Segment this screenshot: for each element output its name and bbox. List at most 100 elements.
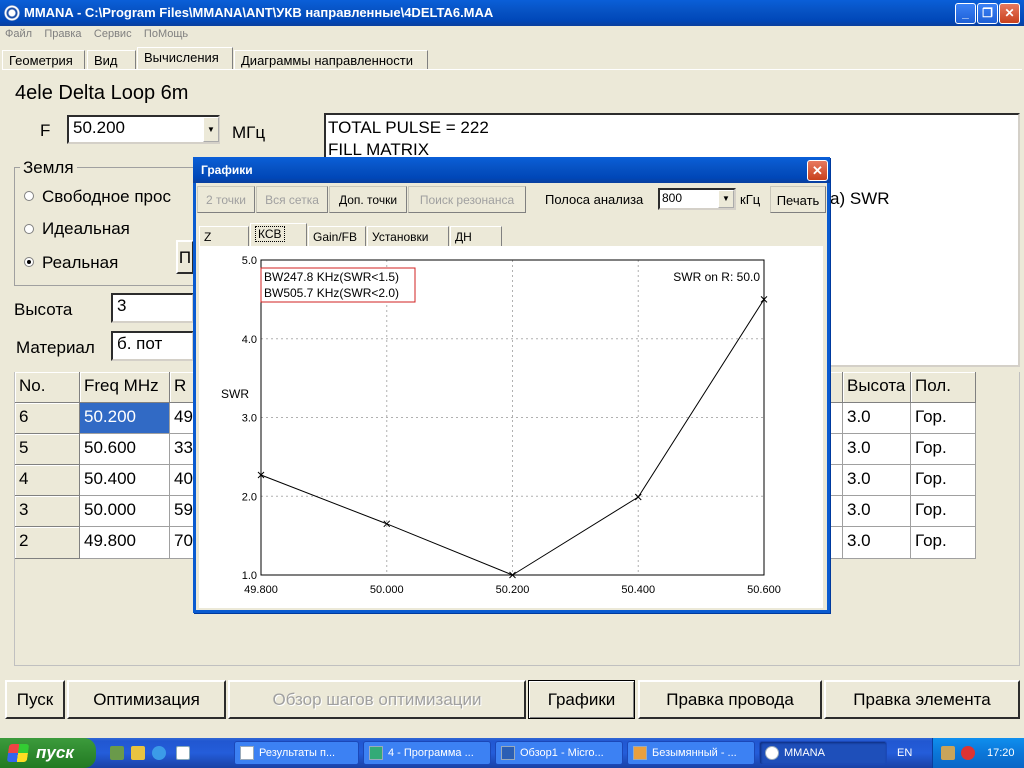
ground-option-perfect[interactable]: Идеальная — [42, 219, 130, 239]
dialog-close-icon[interactable]: ✕ — [807, 160, 828, 181]
mmana-app-icon — [4, 5, 20, 21]
task-label: MMANA — [784, 747, 825, 759]
cell-height[interactable]: 3.0 — [843, 527, 911, 559]
cell-height[interactable]: 3.0 — [843, 465, 911, 496]
cell-freq[interactable]: 50.000 — [80, 496, 170, 527]
col-header-height[interactable]: Высота — [843, 372, 911, 403]
tab-view[interactable]: Вид — [87, 50, 136, 70]
optimize-button[interactable]: Оптимизация — [67, 680, 226, 719]
dialog-titlebar[interactable]: Графики ✕ — [193, 157, 830, 183]
language-indicator[interactable]: EN — [897, 747, 912, 759]
task-mmana-icon — [765, 746, 779, 760]
task-word[interactable]: Обзор1 - Micro... — [495, 741, 623, 765]
ground-option-real[interactable]: Реальная — [42, 253, 118, 273]
menu-edit[interactable]: Правка — [39, 26, 85, 40]
tray-network-icon[interactable] — [941, 746, 955, 760]
cell-freq[interactable]: 50.600 — [80, 434, 170, 465]
cell-freq[interactable]: 50.400 — [80, 465, 170, 496]
clock[interactable]: 17:20 — [987, 747, 1015, 759]
cell-r[interactable]: 70 — [170, 527, 194, 559]
tab-geometry[interactable]: Геометрия — [2, 50, 85, 70]
full-grid-button[interactable]: Вся сетка — [256, 186, 328, 213]
cell-hidden[interactable] — [830, 434, 843, 465]
quicklaunch-explorer-icon[interactable] — [110, 746, 124, 760]
tab-z[interactable]: Z — [199, 226, 249, 246]
row-number[interactable]: 5 — [15, 434, 80, 465]
cell-r[interactable]: 33 — [170, 434, 194, 465]
menu-service[interactable]: Сервис — [89, 26, 136, 40]
tab-gain-fb[interactable]: Gain/FB — [308, 226, 366, 246]
ground-params-button[interactable]: П — [176, 240, 194, 274]
col-header-r[interactable]: R — [170, 372, 194, 403]
ground-radio-perfect[interactable] — [24, 224, 34, 234]
start-calc-button[interactable]: Пуск — [5, 680, 65, 719]
cell-freq[interactable]: 49.800 — [80, 527, 170, 559]
cell-freq[interactable]: 50.200 — [80, 403, 170, 434]
tab-swr[interactable]: КСВ — [250, 223, 307, 246]
col-header-no[interactable]: No. — [15, 372, 80, 403]
cell-pol[interactable]: Гор. — [911, 465, 976, 496]
review-steps-button[interactable]: Обзор шагов оптимизации — [228, 680, 526, 719]
menu-help[interactable]: ПоМощь — [139, 26, 192, 40]
output-partial-text: а) SWR — [830, 189, 890, 208]
edit-element-button[interactable]: Правка элемента — [824, 680, 1020, 719]
cell-hidden[interactable] — [830, 527, 843, 559]
height-input[interactable]: 3 — [111, 293, 194, 323]
antenna-name: 4ele Delta Loop 6m — [15, 82, 189, 104]
two-points-button[interactable]: 2 точки — [197, 186, 255, 213]
cell-height[interactable]: 3.0 — [843, 434, 911, 465]
cell-height[interactable]: 3.0 — [843, 403, 911, 434]
tab-pattern[interactable]: ДН — [450, 226, 502, 246]
extra-points-button[interactable]: Доп. точки — [329, 186, 407, 213]
freq-label: F — [40, 121, 51, 140]
tab-patterns[interactable]: Диаграммы направленности — [234, 50, 428, 70]
cell-pol[interactable]: Гор. — [911, 496, 976, 527]
cell-r[interactable]: 40 — [170, 465, 194, 496]
maximize-button[interactable]: ❐ — [977, 3, 998, 24]
row-number[interactable]: 3 — [15, 496, 80, 527]
graphs-button[interactable]: Графики — [528, 680, 635, 719]
x-tick-label: 50.400 — [621, 584, 655, 596]
cell-pol[interactable]: Гор. — [911, 527, 976, 559]
ground-radio-real[interactable] — [24, 257, 34, 267]
cell-hidden[interactable] — [830, 465, 843, 496]
swr-plot-area[interactable]: 1.0 2.0 3.0 4.0 5.0 49.800 50.000 50.200 50.400… — [199, 246, 823, 608]
cell-r[interactable]: 59 — [170, 496, 194, 527]
cell-hidden[interactable] — [830, 496, 843, 527]
col-header-freq[interactable]: Freq MHz — [80, 372, 170, 403]
cell-r[interactable]: 49 — [170, 403, 194, 434]
start-button[interactable]: пуск — [0, 738, 96, 768]
col-header-pol[interactable]: Пол. — [911, 372, 976, 403]
task-paint[interactable]: Безымянный - ... — [627, 741, 755, 765]
cell-pol[interactable]: Гор. — [911, 403, 976, 434]
task-mmana[interactable]: MMANA — [759, 741, 887, 765]
edit-wire-button[interactable]: Правка провода — [638, 680, 822, 719]
menu-file[interactable]: Файл — [0, 26, 36, 40]
cell-hidden[interactable] — [830, 403, 843, 434]
quicklaunch-ie-icon[interactable] — [152, 746, 166, 760]
row-number[interactable]: 4 — [15, 465, 80, 496]
row-number[interactable]: 2 — [15, 527, 80, 559]
minimize-button[interactable]: _ — [955, 3, 976, 24]
tab-settings[interactable]: Установки — [367, 226, 449, 246]
cell-pol[interactable]: Гор. — [911, 434, 976, 465]
tray-security-icon[interactable] — [961, 746, 975, 760]
task-results[interactable]: Результаты п... — [234, 741, 359, 765]
material-input[interactable]: б. пот — [111, 331, 194, 361]
task-program[interactable]: 4 - Программа ... — [363, 741, 491, 765]
band-dropdown-icon[interactable]: ▼ — [718, 190, 734, 208]
ground-option-free[interactable]: Свободное прос — [42, 187, 171, 207]
cell-height[interactable]: 3.0 — [843, 496, 911, 527]
tab-calculations[interactable]: Вычисления — [137, 47, 233, 70]
y-tick-label: 1.0 — [242, 570, 257, 582]
quicklaunch-firefox-icon[interactable] — [176, 746, 190, 760]
freq-input[interactable]: 50.200 — [67, 115, 220, 144]
close-button[interactable]: ✕ — [999, 3, 1020, 24]
quicklaunch-app-icon[interactable] — [131, 746, 145, 760]
ground-radio-free[interactable] — [24, 191, 34, 201]
main-titlebar[interactable]: MMANA - C:\Program Files\MMANA\ANT\УКВ н… — [0, 0, 1024, 26]
find-resonance-button[interactable]: Поиск резонанса — [408, 186, 526, 213]
print-button[interactable]: Печать — [770, 186, 826, 213]
freq-dropdown-icon[interactable]: ▼ — [203, 117, 219, 142]
row-number[interactable]: 6 — [15, 403, 80, 434]
